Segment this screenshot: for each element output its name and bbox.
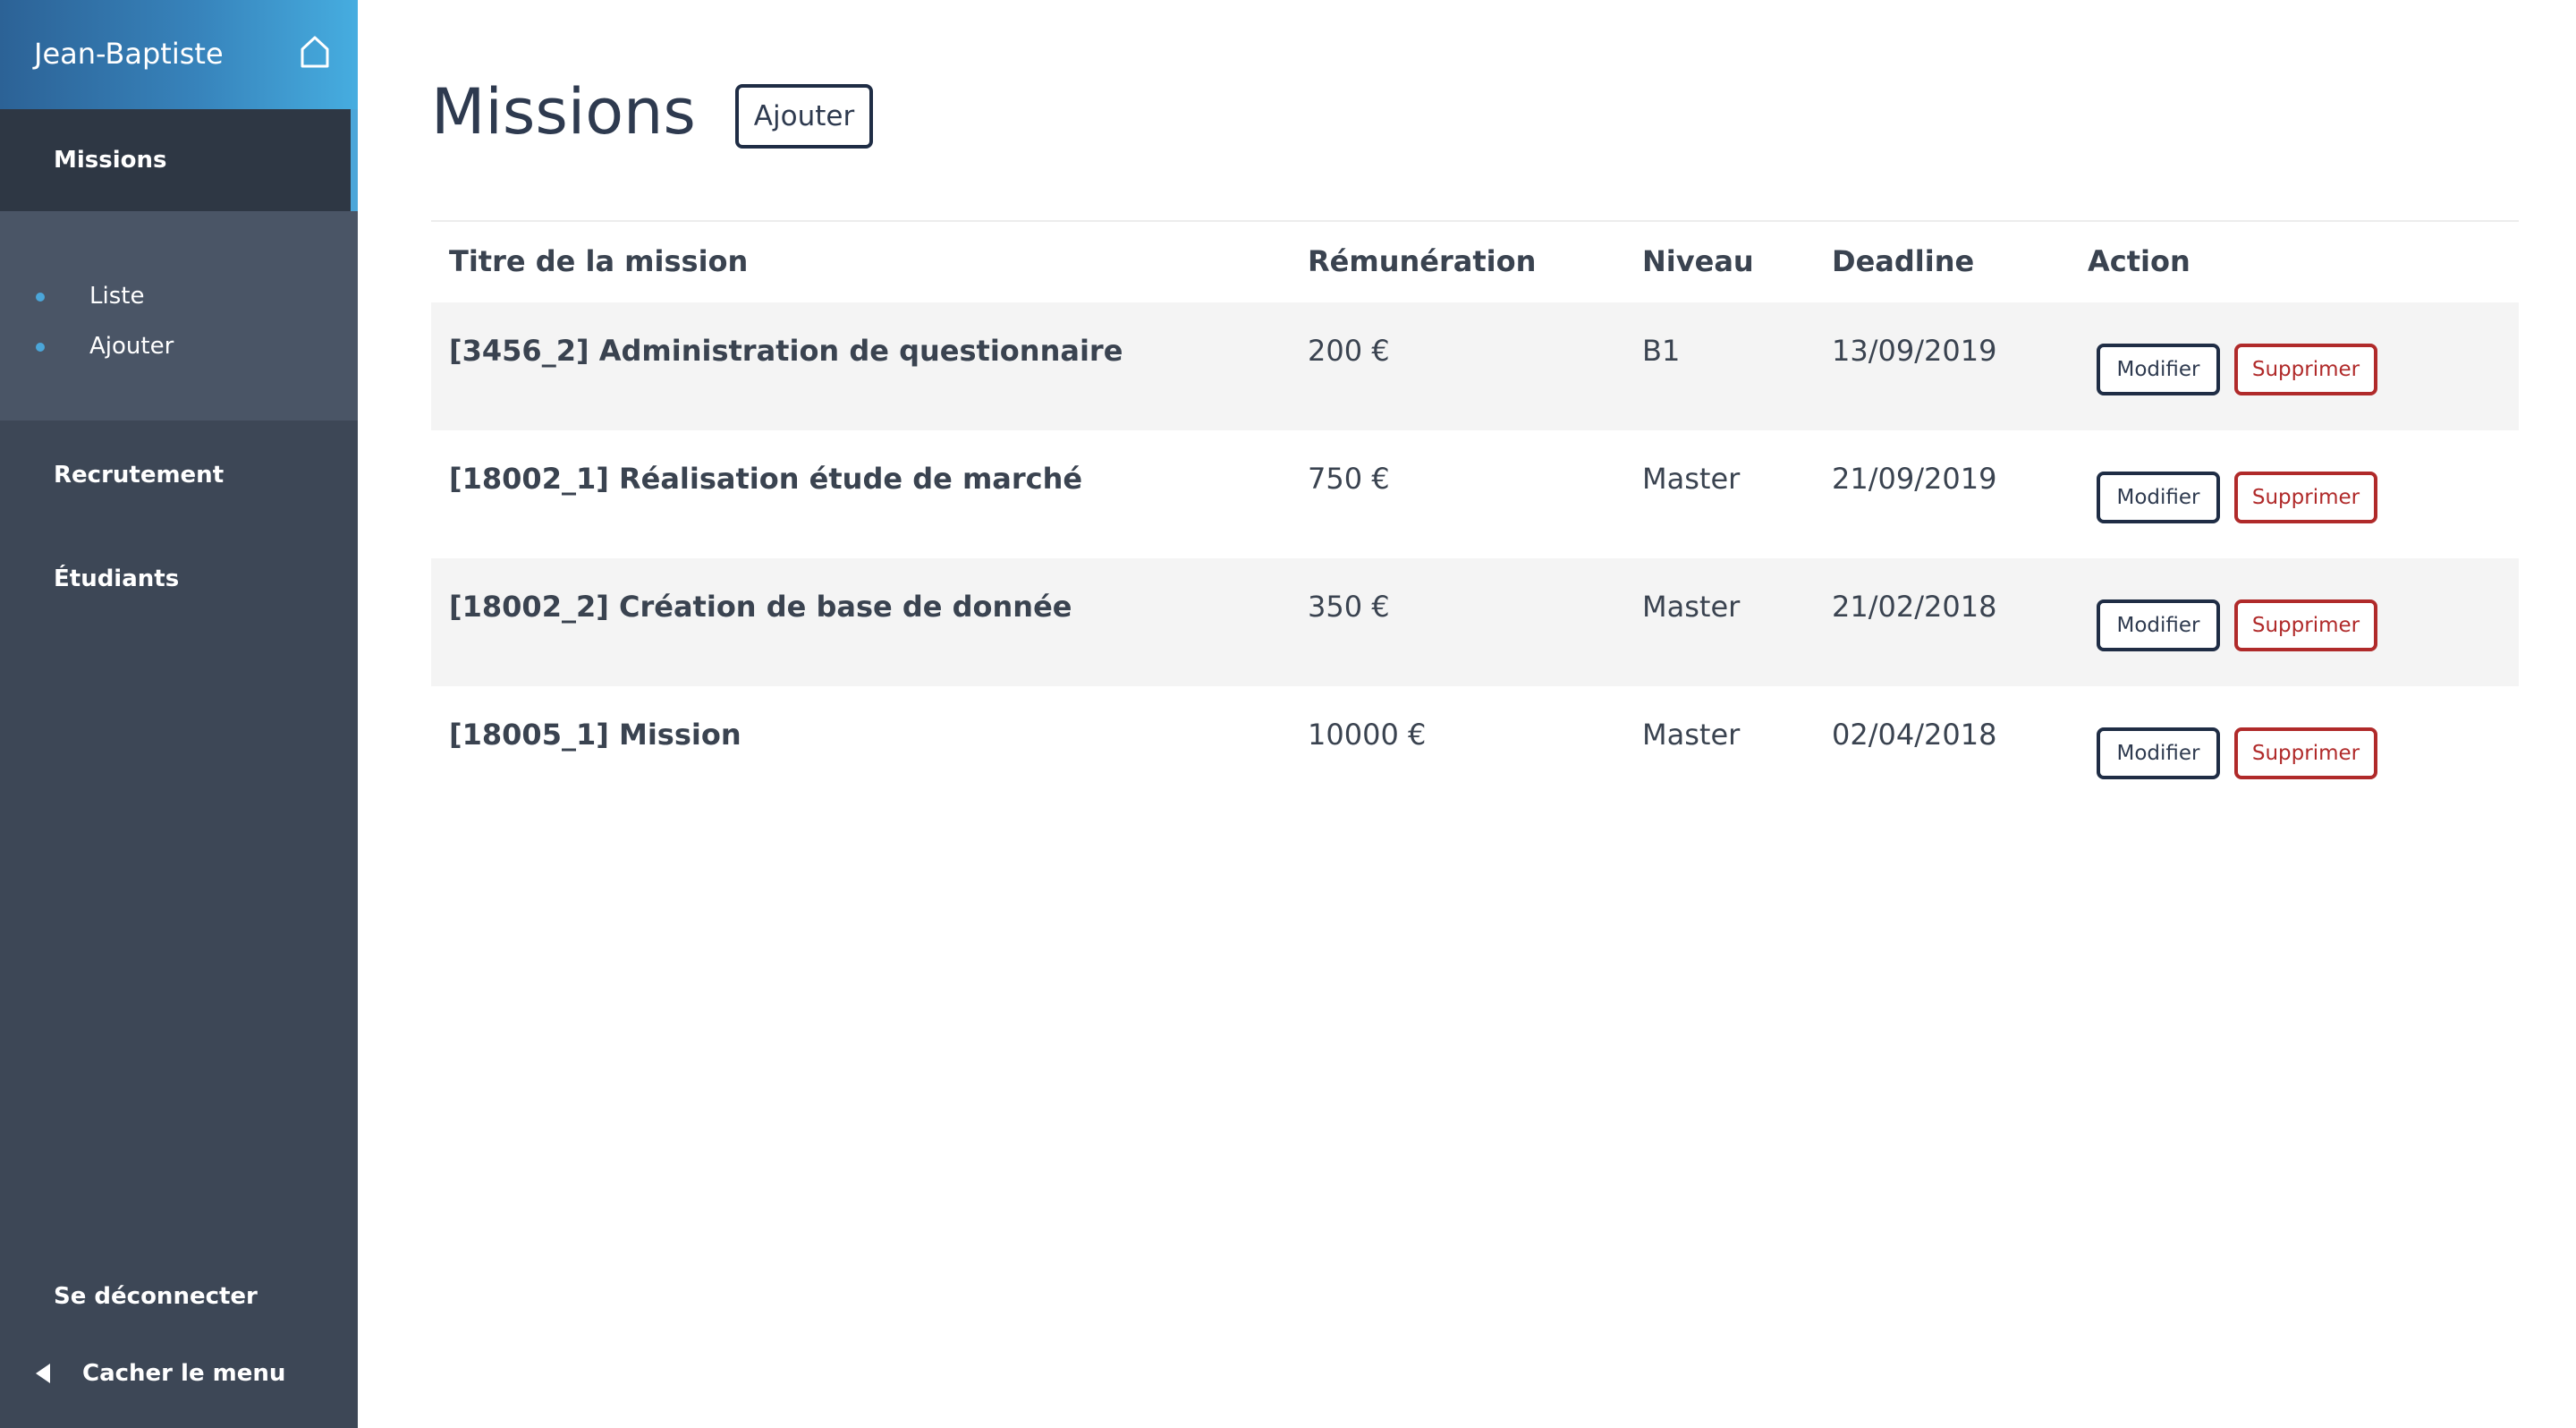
mission-deadline: 02/04/2018 — [1832, 718, 1997, 752]
edit-button[interactable]: Modifier — [2097, 472, 2220, 523]
logout-link[interactable]: Se déconnecter — [54, 1281, 258, 1312]
delete-button[interactable]: Supprimer — [2234, 727, 2377, 779]
bullet-icon — [36, 293, 45, 302]
sidebar-item-etudiants[interactable]: Étudiants — [54, 564, 179, 594]
table-row: [3456_2] Administration de questionnaire… — [431, 302, 2519, 430]
hide-menu-label: Cacher le menu — [82, 1360, 286, 1387]
bullet-icon — [36, 343, 45, 352]
sidebar-header: Jean-Baptiste — [0, 0, 358, 109]
mission-pay: 10000 € — [1308, 718, 1427, 752]
delete-button[interactable]: Supprimer — [2234, 344, 2377, 395]
table-row: [18005_1] Mission 10000 € Master 02/04/2… — [431, 686, 2519, 814]
table-header: Titre de la mission Rémunération Niveau … — [431, 222, 2519, 302]
column-header-title: Titre de la mission — [449, 244, 749, 278]
edit-button[interactable]: Modifier — [2097, 727, 2220, 779]
mission-pay: 350 € — [1308, 590, 1390, 624]
mission-level: Master — [1642, 462, 1741, 496]
column-header-level: Niveau — [1642, 244, 1754, 278]
sidebar-item-label: Missions — [54, 147, 167, 174]
hide-menu-button[interactable]: Cacher le menu — [36, 1358, 304, 1389]
mission-level: Master — [1642, 590, 1741, 624]
mission-title: [3456_2] Administration de questionnaire — [449, 334, 1123, 368]
add-mission-button[interactable]: Ajouter — [735, 84, 873, 149]
missions-table: Titre de la mission Rémunération Niveau … — [431, 220, 2519, 814]
page-title: Missions — [431, 75, 696, 149]
user-name[interactable]: Jean-Baptiste — [34, 36, 224, 72]
mission-title: [18002_1] Réalisation étude de marché — [449, 462, 1083, 496]
delete-button[interactable]: Supprimer — [2234, 599, 2377, 651]
submenu-item-liste[interactable]: Liste — [0, 279, 358, 315]
table-row: [18002_2] Création de base de donnée 350… — [431, 558, 2519, 686]
submenu-item-label: Ajouter — [89, 333, 174, 360]
sidebar-item-missions[interactable]: Missions — [0, 109, 358, 211]
missions-submenu: Liste Ajouter — [0, 211, 358, 421]
sidebar-item-recrutement[interactable]: Recrutement — [54, 460, 224, 490]
mission-level: B1 — [1642, 334, 1681, 368]
mission-title: [18005_1] Mission — [449, 718, 741, 752]
mission-level: Master — [1642, 718, 1741, 752]
column-header-pay: Rémunération — [1308, 244, 1537, 278]
mission-pay: 200 € — [1308, 334, 1390, 368]
home-icon[interactable] — [299, 34, 331, 70]
mission-deadline: 21/02/2018 — [1832, 590, 1997, 624]
column-header-action: Action — [2088, 244, 2190, 278]
submenu-item-ajouter[interactable]: Ajouter — [0, 329, 358, 365]
delete-button[interactable]: Supprimer — [2234, 472, 2377, 523]
submenu-item-label: Liste — [89, 283, 145, 310]
mission-deadline: 13/09/2019 — [1832, 334, 1997, 368]
table-row: [18002_1] Réalisation étude de marché 75… — [431, 430, 2519, 558]
mission-title: [18002_2] Création de base de donnée — [449, 590, 1072, 624]
column-header-deadline: Deadline — [1832, 244, 1975, 278]
mission-deadline: 21/09/2019 — [1832, 462, 1997, 496]
sidebar: Jean-Baptiste Missions Liste Ajouter Rec… — [0, 0, 358, 1428]
edit-button[interactable]: Modifier — [2097, 344, 2220, 395]
caret-left-icon — [36, 1364, 50, 1383]
mission-pay: 750 € — [1308, 462, 1390, 496]
edit-button[interactable]: Modifier — [2097, 599, 2220, 651]
